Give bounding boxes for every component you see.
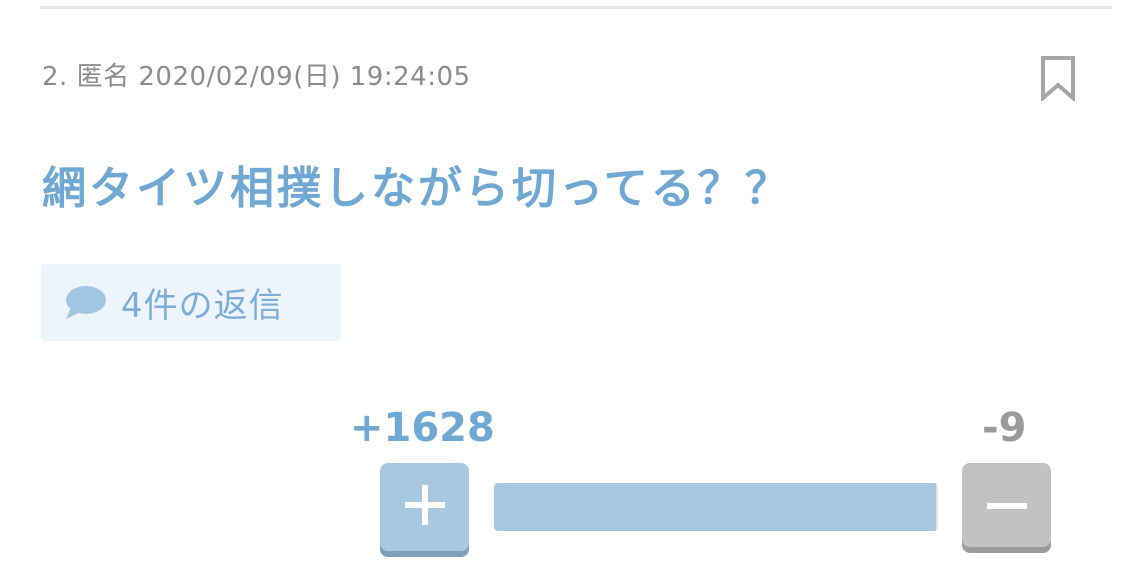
plus-vote-count: +1628	[350, 405, 495, 451]
comment-datetime: 2020/02/09(日) 19:24:05	[138, 62, 471, 92]
bookmark-icon[interactable]	[1040, 55, 1076, 103]
comment-author: 匿名	[76, 62, 130, 92]
replies-button[interactable]: 4件の返信	[41, 264, 341, 341]
speech-bubble-icon	[63, 283, 107, 323]
comment-text: 網タイツ相撲しながら切ってる？？	[42, 163, 792, 214]
plus-vote-button[interactable]	[380, 463, 469, 551]
replies-label: 4件の返信	[121, 286, 284, 326]
top-divider	[40, 6, 1112, 9]
minus-vote-button[interactable]	[962, 463, 1051, 547]
vote-ratio-fill	[494, 483, 936, 531]
minus-icon	[985, 496, 1029, 515]
vote-ratio-bar	[494, 483, 938, 531]
plus-icon	[403, 483, 447, 531]
comment-meta: 2. 匿名 2020/02/09(日) 19:24:05	[42, 56, 471, 93]
comment-number: 2.	[42, 62, 68, 92]
minus-vote-count: -9	[982, 405, 1027, 451]
